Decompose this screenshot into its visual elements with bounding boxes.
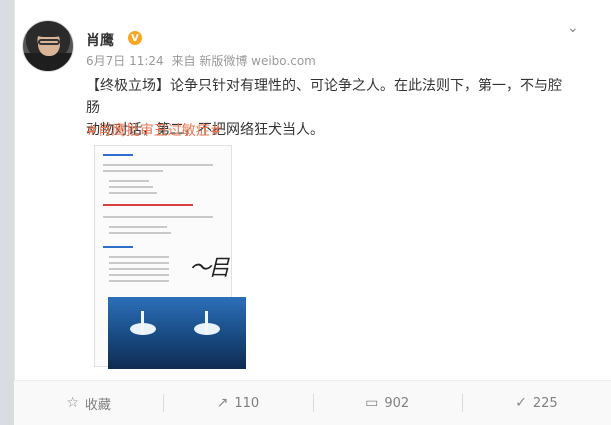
topic-link[interactable]: #肖鹰批审丑过敏症#	[86, 120, 221, 140]
favorite-label: 收藏	[84, 397, 111, 413]
post-meta: 6月7日 11:24 来自 新版微博 weibo.com	[86, 52, 316, 69]
signature-icon: 〜㠯	[189, 256, 230, 281]
comment-icon: ▭	[365, 395, 379, 411]
repost-button[interactable]: ↗ 110	[163, 381, 312, 425]
star-icon: ☆	[66, 395, 79, 411]
repost-count: 110	[234, 395, 260, 411]
chevron-down-icon[interactable]: ⌄	[567, 20, 579, 36]
verified-badge-icon: V	[128, 31, 142, 45]
like-count: 225	[532, 395, 558, 411]
post-timestamp[interactable]: 6月7日 11:24	[86, 54, 164, 68]
ballet-image[interactable]	[108, 297, 246, 369]
post-text-line: 【终极立场】论争只针对有理性的、可论争之人。在此法则下，第一，不与腔肠	[86, 78, 562, 116]
action-bar: ☆ 收藏 ↗ 110 ▭ 902 ✓ 225	[14, 380, 611, 425]
comment-button[interactable]: ▭ 902	[312, 381, 462, 425]
thumbs-up-icon: ✓	[515, 395, 527, 411]
author-name[interactable]: 肖鹰	[86, 30, 114, 50]
comment-count: 902	[384, 395, 410, 411]
like-button[interactable]: ✓ 225	[461, 381, 611, 425]
avatar[interactable]	[22, 20, 74, 72]
post-source[interactable]: 来自 新版微博 weibo.com	[172, 54, 316, 68]
favorite-button[interactable]: ☆ 收藏	[14, 381, 163, 425]
repost-icon: ↗	[216, 395, 229, 411]
